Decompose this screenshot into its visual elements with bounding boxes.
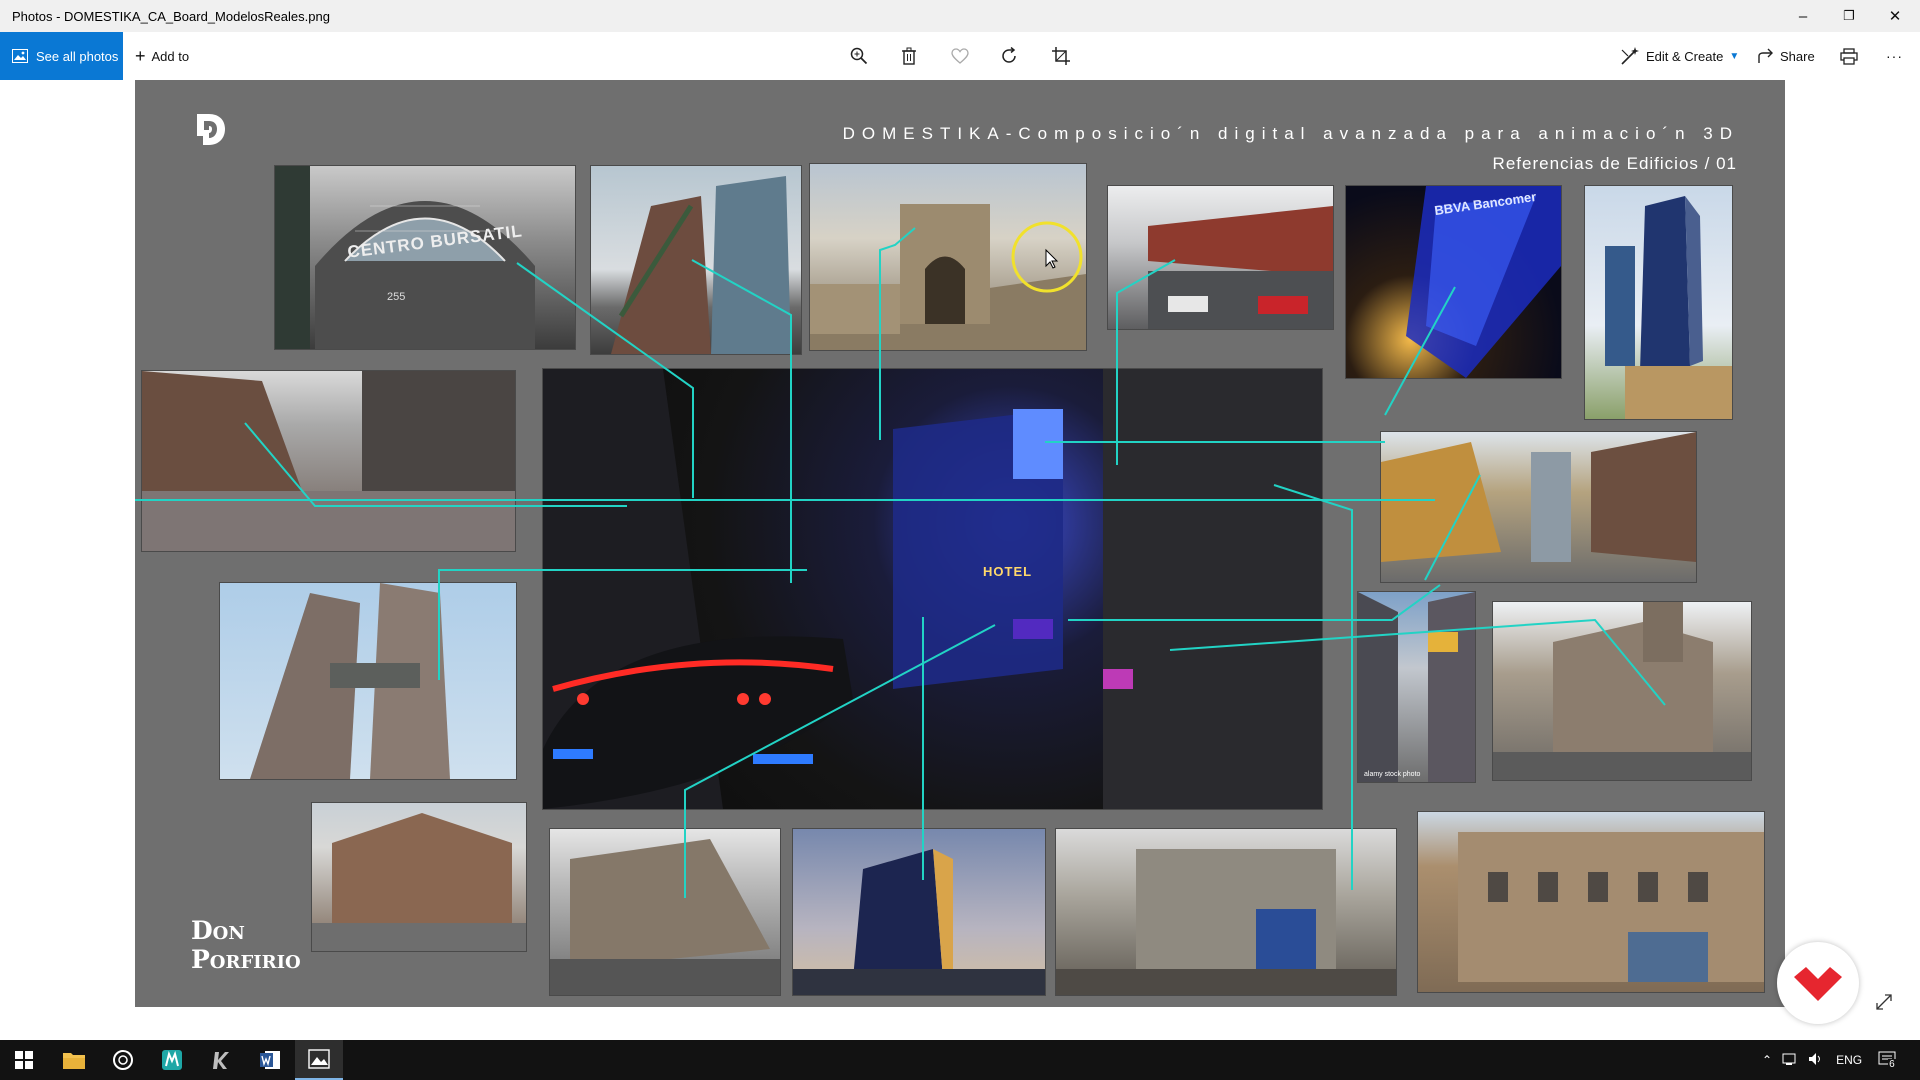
rotate-button[interactable] (1000, 32, 1018, 80)
window-title: Photos - DOMESTIKA_CA_Board_ModelosReale… (12, 9, 330, 24)
delete-button[interactable] (901, 32, 917, 80)
restore-button[interactable]: ❐ (1826, 0, 1872, 32)
cursor-highlight (1011, 221, 1083, 293)
reference-board-image: DOMESTIKA-Composicio´n digital avanzada … (135, 80, 1785, 1007)
cortana-icon (113, 1050, 133, 1070)
restore-icon: ❐ (1843, 8, 1855, 23)
delete-icon (901, 47, 917, 65)
minimize-icon: – (1798, 7, 1808, 25)
network-icon[interactable] (1782, 1052, 1798, 1069)
maya-icon (162, 1050, 182, 1070)
title-bar: Photos - DOMESTIKA_CA_Board_ModelosReale… (0, 0, 1920, 32)
see-all-photos-button[interactable]: See all photos (0, 32, 123, 80)
edit-wand-icon (1620, 46, 1640, 66)
signature-line-1: Don (191, 916, 245, 945)
edit-create-button[interactable]: Edit & Create ▼ (1620, 32, 1739, 80)
notification-center-button[interactable]: 6 (1878, 1051, 1896, 1070)
chevron-up-icon[interactable]: ⌃ (1762, 1053, 1772, 1067)
image-viewer: DOMESTIKA-Composicio´n digital avanzada … (0, 80, 1920, 1040)
close-button[interactable]: ✕ (1872, 0, 1918, 32)
zoom-icon (850, 47, 868, 65)
chevron-down-icon: ▼ (1729, 50, 1740, 62)
word-icon (260, 1051, 280, 1069)
photos-app-icon (308, 1049, 330, 1069)
favorite-button[interactable] (951, 32, 969, 80)
maya-button[interactable] (148, 1040, 196, 1080)
reference-lines (135, 227, 1666, 898)
share-icon (1758, 48, 1774, 64)
notification-count: 6 (1888, 1058, 1896, 1070)
taskbar: ⌃ ENG 6 (0, 1040, 1920, 1080)
don-porfirio-signature: Don Porfirio (191, 916, 301, 974)
rotate-icon (1000, 47, 1018, 65)
add-to-label: Add to (151, 48, 190, 64)
crop-button[interactable] (1052, 32, 1070, 80)
photos-app-button[interactable] (295, 1040, 343, 1080)
signature-line-2: Porfirio (191, 945, 301, 974)
zoom-button[interactable] (850, 32, 868, 80)
plus-icon: + (135, 45, 146, 66)
print-button[interactable] (1840, 32, 1858, 80)
file-explorer-button[interactable] (50, 1040, 98, 1080)
add-to-button[interactable]: + Add to (135, 32, 189, 80)
cortana-button[interactable] (99, 1040, 147, 1080)
expand-icon (1876, 994, 1892, 1010)
more-options-icon: ··· (1886, 48, 1903, 64)
share-button[interactable]: Share (1758, 32, 1815, 80)
see-all-photos-label: See all photos (36, 48, 119, 64)
krita-button[interactable] (197, 1040, 245, 1080)
word-button[interactable] (246, 1040, 294, 1080)
edit-create-label: Edit & Create (1646, 48, 1724, 64)
system-tray: ⌃ ENG 6 (1762, 1040, 1896, 1080)
heart-icon (951, 48, 969, 64)
start-icon (15, 1051, 33, 1069)
language-indicator[interactable]: ENG (1836, 1053, 1862, 1067)
more-options-button[interactable]: ··· (1886, 32, 1903, 80)
krita-icon (213, 1052, 229, 1069)
photos-icon (12, 49, 28, 63)
start-button[interactable] (0, 1040, 48, 1080)
domestika-heart-icon (1794, 967, 1842, 1001)
file-explorer-icon (63, 1053, 85, 1069)
print-icon (1840, 47, 1858, 65)
domestika-badge (1777, 942, 1859, 1024)
toolbar: See all photos + Add to Edit & Create ▼ … (0, 32, 1920, 80)
volume-icon[interactable] (1808, 1052, 1824, 1069)
minimize-button[interactable]: – (1780, 0, 1826, 32)
close-icon: ✕ (1888, 8, 1902, 25)
fullscreen-button[interactable] (1874, 992, 1894, 1012)
share-label: Share (1780, 48, 1815, 64)
crop-icon (1052, 47, 1070, 65)
